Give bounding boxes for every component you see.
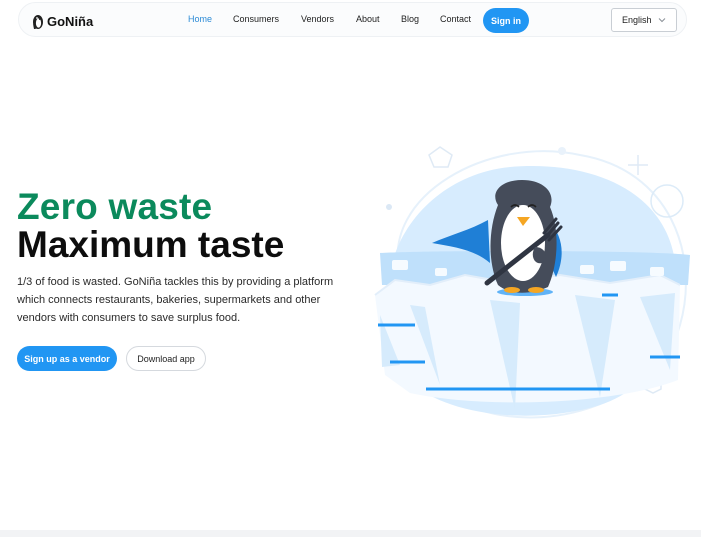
chevron-down-icon	[658, 18, 666, 23]
penguin-logo-icon	[33, 15, 43, 29]
nav-home[interactable]: Home	[188, 14, 212, 24]
hero-title-line-2: Maximum taste	[17, 224, 285, 265]
language-selected-label: English	[622, 15, 652, 25]
nav-about[interactable]: About	[356, 14, 380, 24]
sign-up-vendor-button[interactable]: Sign up as a vendor	[17, 346, 117, 371]
hero-description: 1/3 of food is wasted. GoNiña tackles th…	[17, 276, 334, 324]
nav-consumers[interactable]: Consumers	[233, 14, 279, 24]
language-select[interactable]: English	[611, 8, 677, 32]
top-navbar: GoNiña Home Consumers Vendors About Blog…	[18, 2, 687, 37]
footer-strip	[0, 530, 701, 537]
brand-name: GoNiña	[47, 13, 94, 29]
penguin-on-iceberg-illustration	[374, 146, 690, 419]
hero-title-line-1: Zero waste	[17, 186, 213, 227]
nav-vendors[interactable]: Vendors	[301, 14, 334, 24]
brand-logo[interactable]: GoNiña	[32, 11, 93, 31]
nav-contact[interactable]: Contact	[440, 14, 471, 24]
sign-in-button[interactable]: Sign in	[483, 8, 529, 33]
nav-blog[interactable]: Blog	[401, 14, 419, 24]
download-app-button[interactable]: Download app	[126, 346, 206, 371]
